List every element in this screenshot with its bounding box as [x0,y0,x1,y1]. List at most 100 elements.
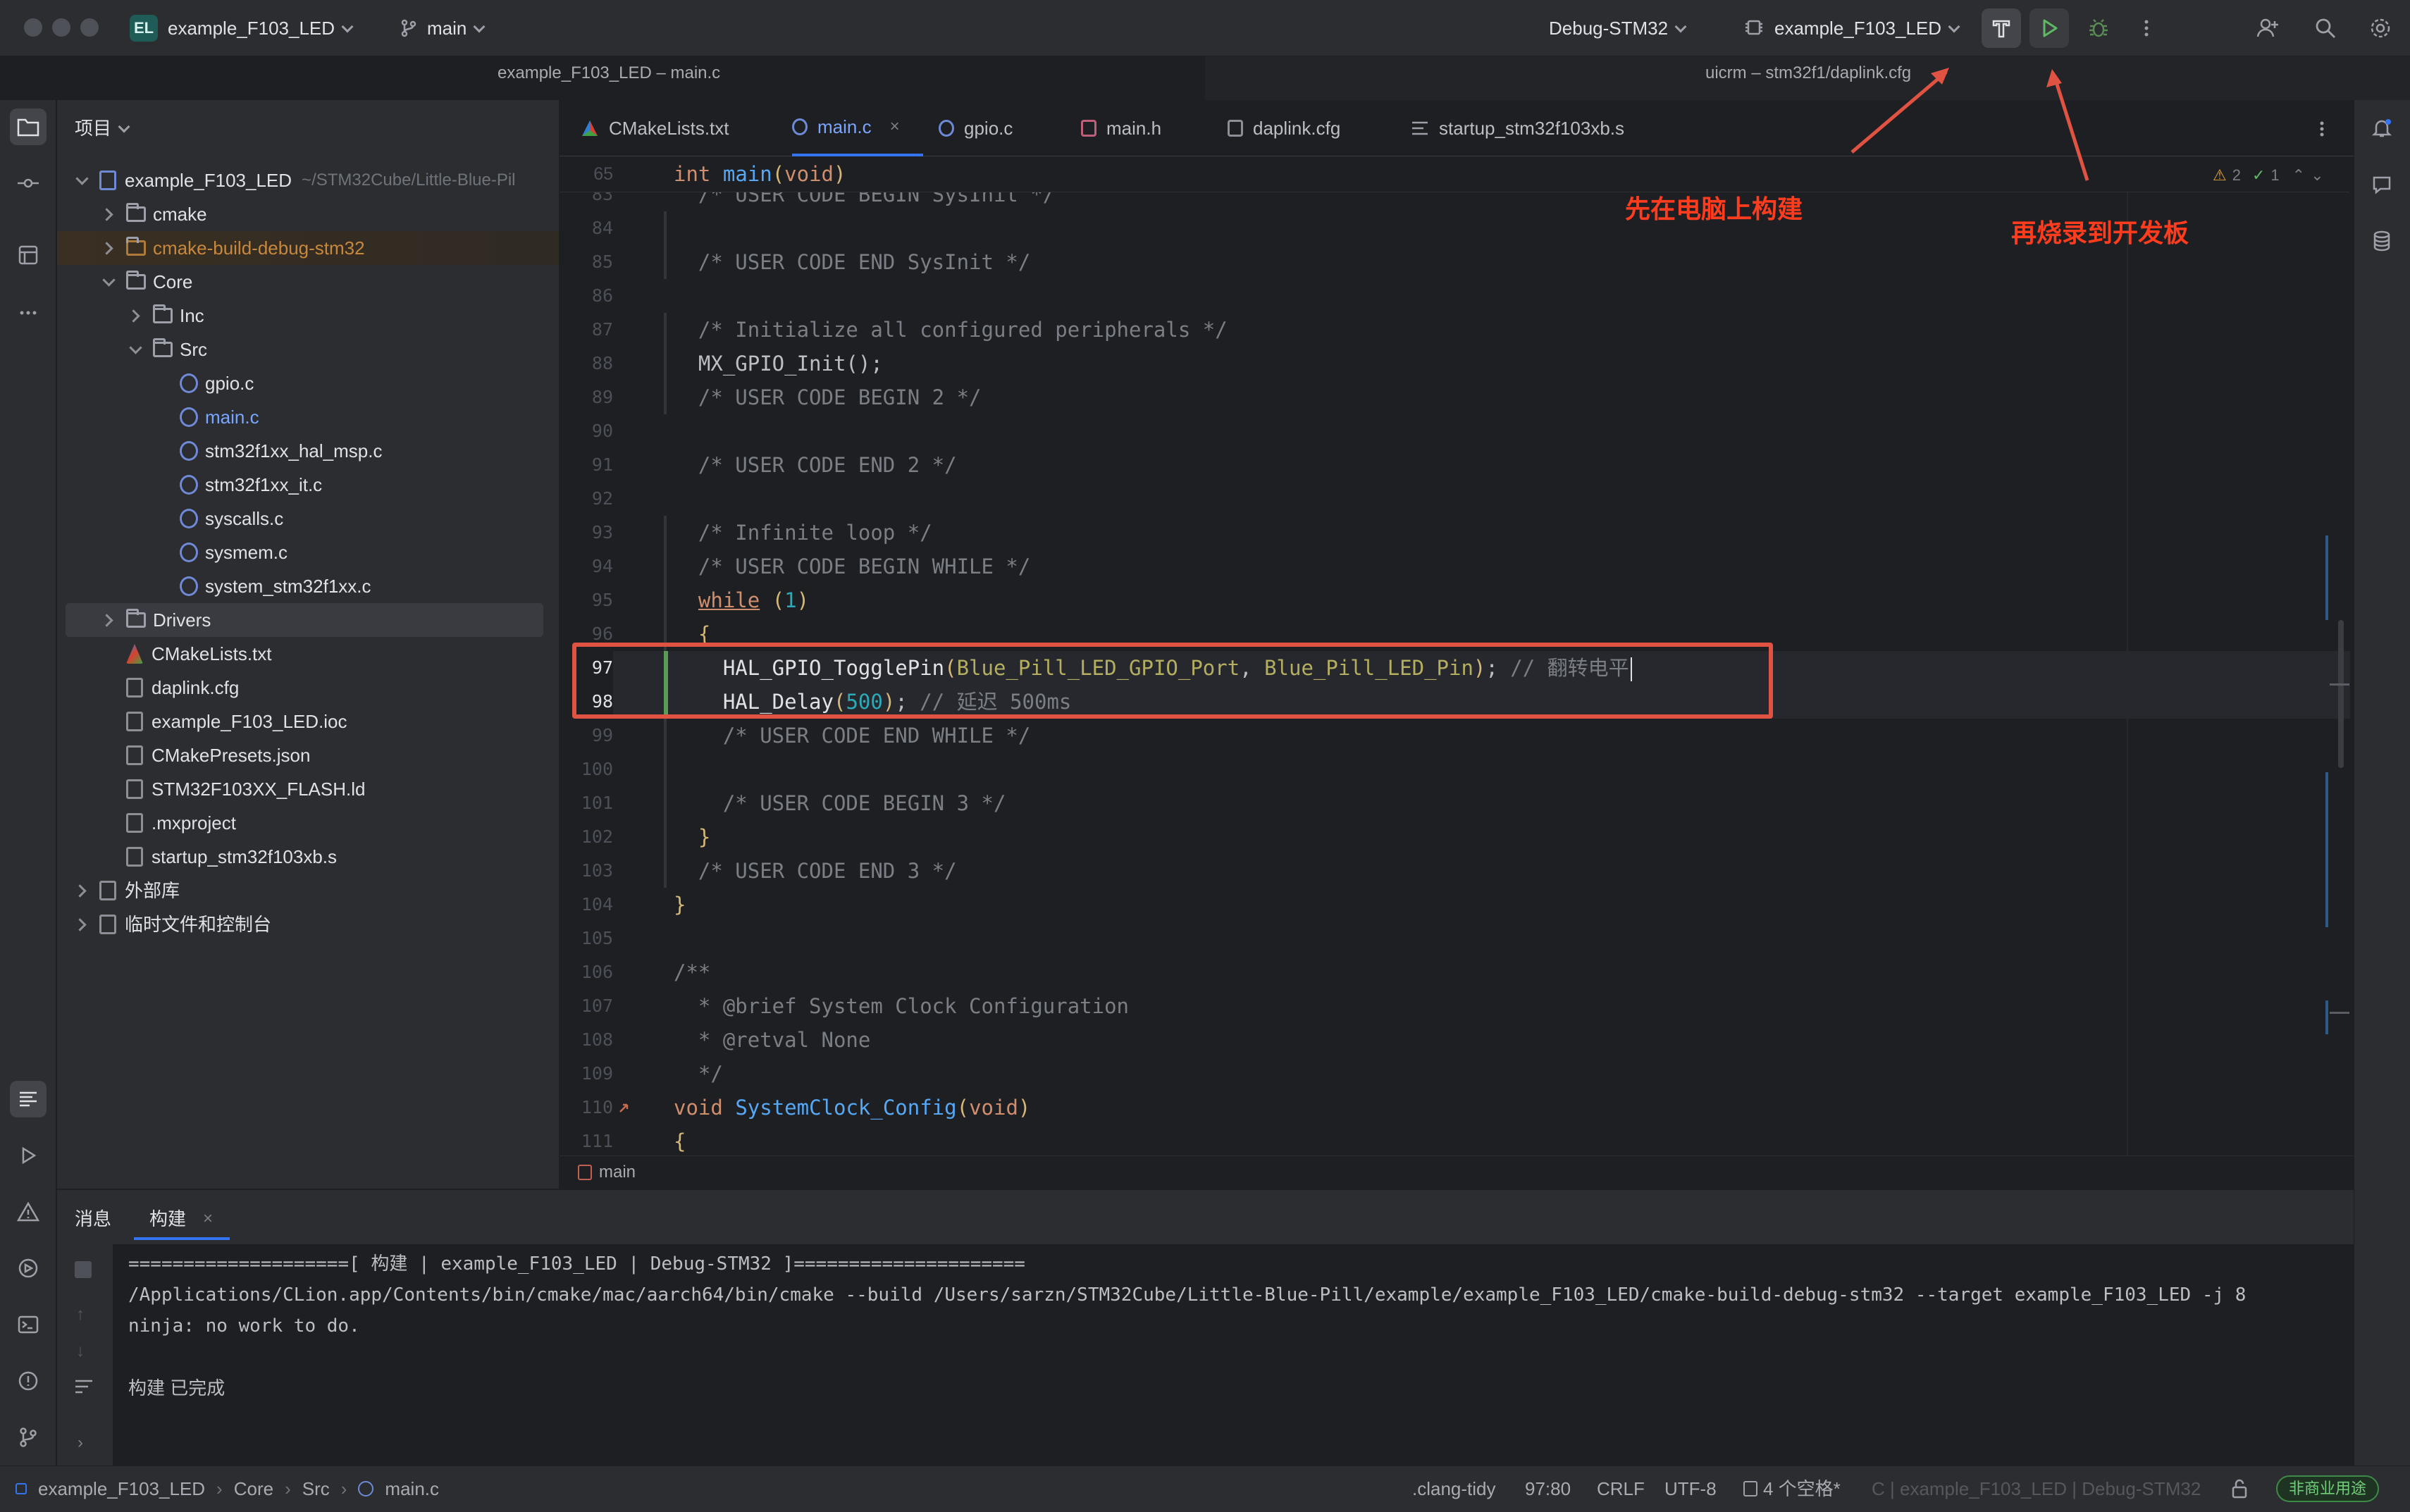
editor-scrollbar-thumb[interactable] [2338,620,2344,768]
tree-item[interactable]: stm32f1xx_it.c [57,468,559,502]
chevron-right-icon[interactable] [101,240,116,256]
line-number[interactable]: 111 [564,1124,613,1158]
tree-item[interactable]: example_F103_LED.ioc [57,705,559,738]
caret-position[interactable]: 97:80 [1525,1475,1571,1503]
tree-item[interactable]: .mxproject [57,806,559,840]
line-number[interactable]: 88 [564,347,613,380]
line-number[interactable]: 105 [564,922,613,955]
chevron-down-icon[interactable] [128,342,143,357]
chevron-right-icon[interactable]: › [78,1433,83,1453]
chevron-right-icon[interactable] [101,206,116,222]
build-button[interactable] [1982,8,2021,48]
branch-switcher[interactable]: main [427,14,486,42]
line-number[interactable]: 104 [564,888,613,922]
license-badge[interactable]: 非商业用途 [2276,1475,2380,1502]
close-tab-icon[interactable]: × [203,1205,213,1233]
line-number[interactable]: 90 [564,414,613,448]
chevron-down-icon[interactable] [74,173,89,188]
line-number[interactable]: 86 [564,279,613,313]
tree-item[interactable]: CMakeLists.txt [57,637,559,671]
line-number[interactable]: 89 [564,380,613,414]
tab-startup-s[interactable]: startup_stm32f103xb.s [1411,100,1624,156]
terminal-tool-button[interactable] [10,1306,47,1343]
clang-tidy-status[interactable]: .clang-tidy [1412,1475,1496,1503]
window-close-button[interactable] [24,18,42,37]
arrow-up-icon[interactable]: ↑ [76,1305,85,1325]
tree-item[interactable]: Src [57,333,559,366]
services-tool-button[interactable] [10,1250,47,1287]
line-number[interactable]: 102 [564,820,613,854]
status-breadcrumb[interactable]: example_F103_LED › Core › Src › main.c [16,1475,439,1503]
line-number[interactable]: 92 [564,482,613,516]
chevron-right-icon[interactable] [128,308,143,323]
line-number[interactable]: 93 [564,516,613,550]
line-number[interactable]: 107 [564,989,613,1023]
line-number[interactable]: 94 [564,550,613,583]
tab-cmakelists[interactable]: CMakeLists.txt [581,100,729,156]
file-encoding[interactable]: UTF-8 [1664,1475,1717,1503]
line-number[interactable]: 84 [564,211,613,245]
more-tools-icon[interactable] [10,295,47,331]
settings-gear-icon[interactable] [2361,8,2400,48]
crumb-file[interactable]: main.c [385,1475,439,1503]
run-config-selector[interactable]: Debug-STM32 [1549,14,1687,42]
indent-setting[interactable]: 4 个空格* [1743,1475,1841,1503]
messages-tool-button[interactable] [10,1081,47,1117]
line-number[interactable]: 103 [564,854,613,888]
close-tab-icon[interactable]: × [890,99,900,155]
debug-button[interactable] [2079,8,2118,48]
chevron-right-icon[interactable] [74,883,89,898]
tab-daplink-cfg[interactable]: daplink.cfg [1228,100,1340,156]
commit-tool-button[interactable] [10,165,47,202]
line-number[interactable]: 87 [564,313,613,347]
line-number[interactable]: 106 [564,955,613,989]
inspection-widget[interactable]: ⚠ 2 ✓ 1 ⌃ ⌄ [2213,165,2324,186]
database-icon[interactable] [2363,223,2400,259]
tree-item[interactable]: 临时文件和控制台 [57,907,559,941]
crumb-project[interactable]: example_F103_LED [38,1475,205,1503]
tree-item[interactable]: 外部库 [57,874,559,907]
stop-icon[interactable] [75,1261,92,1278]
run-button[interactable] [2029,8,2069,48]
window-minimize-button[interactable] [52,18,70,37]
project-switcher[interactable]: example_F103_LED [168,14,354,42]
line-number[interactable]: 99 [564,719,613,752]
tree-item[interactable]: daplink.cfg [57,671,559,705]
tree-item[interactable]: sysmem.c [57,535,559,569]
line-number[interactable]: 95 [564,583,613,617]
tab-gpio-c[interactable]: gpio.c [939,100,1013,156]
tree-item[interactable]: CMakePresets.json [57,738,559,772]
more-actions-icon[interactable] [2127,8,2166,48]
line-number[interactable]: 101 [564,786,613,820]
lock-icon[interactable] [2230,1478,2249,1499]
tree-item[interactable]: startup_stm32f103xb.s [57,840,559,874]
problems-tool-button[interactable] [10,1194,47,1230]
line-separator[interactable]: CRLF [1597,1475,1645,1503]
git-tool-button[interactable] [10,1419,47,1456]
chevron-down-icon[interactable] [101,274,116,290]
tree-item[interactable]: stm32f1xx_hal_msp.c [57,434,559,468]
tree-item[interactable]: example_F103_LED ~/STM32Cube/Little-Blue-… [57,163,559,197]
line-number[interactable]: 85 [564,245,613,279]
arrow-down-icon[interactable]: ↓ [76,1341,85,1361]
line-number[interactable]: 91 [564,448,613,482]
structure-tool-button[interactable] [10,237,47,273]
target-selector[interactable]: example_F103_LED [1774,14,1960,42]
problems-info-button[interactable] [10,1363,47,1399]
tree-item[interactable]: gpio.c [57,366,559,400]
line-number[interactable]: 110 [564,1091,613,1124]
chevron-right-icon[interactable] [74,917,89,932]
project-tool-button[interactable] [10,109,47,145]
search-icon[interactable] [2306,8,2345,48]
bottom-tab-messages[interactable]: 消息 [75,1205,111,1233]
tree-item[interactable]: Drivers [66,603,543,637]
chevron-up-icon[interactable]: ⌃ [2292,165,2305,186]
resolve-context[interactable]: C | example_F103_LED | Debug-STM32 [1872,1475,2201,1503]
line-number[interactable]: 108 [564,1023,613,1057]
notifications-bell-icon[interactable] [2363,110,2400,147]
tree-item[interactable]: system_stm32f1xx.c [57,569,559,603]
run-tool-button[interactable] [10,1137,47,1174]
window-zoom-button[interactable] [80,18,99,37]
tab-options-icon[interactable] [2318,117,2325,141]
crumb-src[interactable]: Src [302,1475,330,1503]
